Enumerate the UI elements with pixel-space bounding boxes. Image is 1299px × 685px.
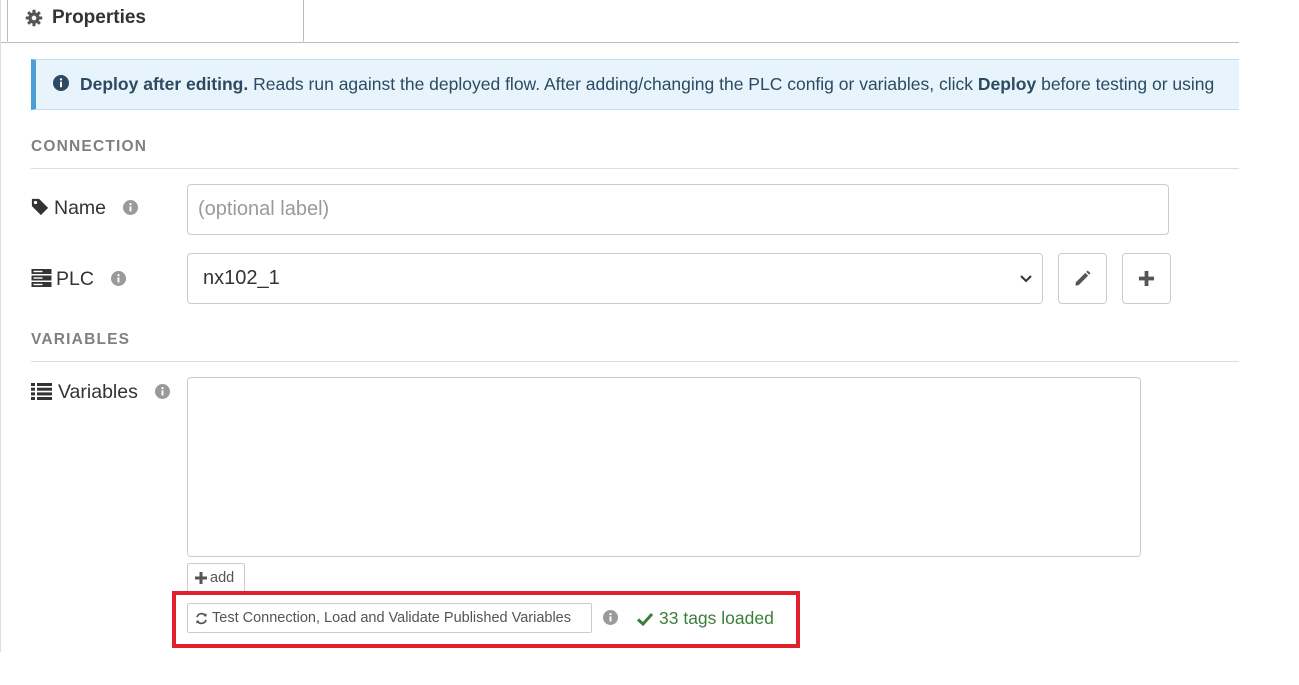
gear-icon (25, 9, 43, 27)
highlight-annotation-box (172, 591, 800, 648)
plus-icon (1138, 270, 1155, 287)
section-title-connection: CONNECTION (31, 138, 148, 155)
info-circle-icon (53, 75, 69, 91)
deploy-info-banner: Deploy after editing. Reads run against … (31, 59, 1239, 110)
info-circle-icon[interactable] (123, 200, 139, 215)
section-divider (31, 361, 1239, 362)
properties-panel: Properties Deploy after editing. Reads r… (0, 0, 1239, 652)
plc-field-label: PLC (31, 268, 127, 291)
add-plc-button[interactable] (1122, 253, 1171, 304)
plus-icon (195, 572, 207, 584)
list-icon (31, 383, 52, 400)
variables-field-label: Variables (31, 381, 171, 404)
name-label-text: Name (54, 197, 107, 219)
info-bold-deploy: Deploy (977, 74, 1037, 94)
section-title-variables: VARIABLES (31, 331, 131, 348)
plc-label-text: PLC (56, 268, 94, 290)
tag-icon (31, 198, 49, 216)
plc-select[interactable]: nx102_1 (187, 253, 1043, 304)
name-input[interactable] (187, 184, 1169, 235)
info-text-after: before testing or using (1041, 74, 1215, 94)
info-circle-icon[interactable] (111, 271, 127, 286)
name-field-label: Name (31, 197, 139, 220)
info-text-before: Reads run against the deployed flow. Aft… (253, 74, 973, 94)
plc-select-value: nx102_1 (203, 267, 280, 289)
tab-properties-label: Properties (52, 7, 146, 28)
info-banner-text: Deploy after editing. Reads run against … (80, 74, 1214, 95)
chevron-down-icon (1020, 275, 1032, 283)
tab-bar: Properties (1, 0, 1239, 43)
info-circle-icon[interactable] (155, 384, 171, 399)
section-divider (31, 168, 1239, 169)
add-variable-button[interactable]: add (187, 563, 245, 593)
info-bold-heading: Deploy after editing. (80, 74, 249, 94)
pencil-icon (1075, 270, 1091, 286)
server-icon (31, 269, 52, 287)
tab-properties[interactable]: Properties (7, 0, 304, 42)
edit-plc-button[interactable] (1058, 253, 1107, 304)
variables-list[interactable] (187, 377, 1141, 557)
variables-label-text: Variables (58, 381, 138, 403)
add-button-label: add (210, 570, 235, 586)
